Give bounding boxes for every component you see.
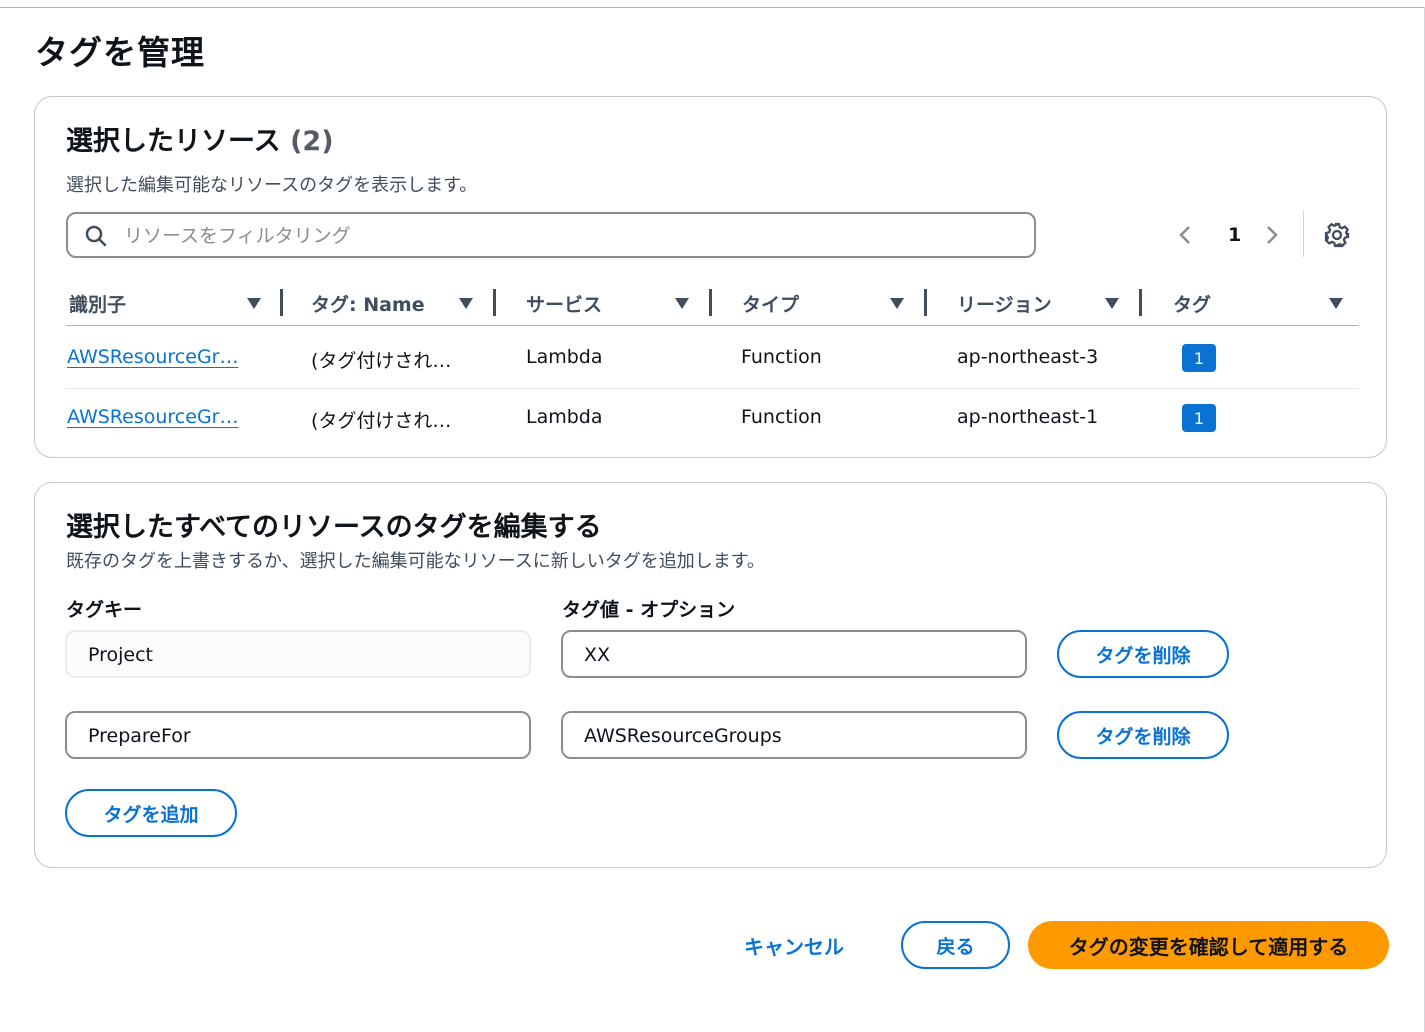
row-divider [66, 388, 1359, 389]
sort-icon[interactable] [247, 298, 261, 309]
tag-value-field[interactable] [561, 630, 1027, 678]
selected-resources-panel: 選択したリソース (2) 選択した編集可能なリソースのタグを表示します。 1 識… [34, 96, 1387, 458]
search-input[interactable] [122, 220, 1016, 252]
tag-value-input[interactable] [582, 722, 1002, 750]
column-label: タイプ [742, 293, 800, 316]
sort-icon[interactable] [675, 298, 689, 309]
column-label: タグ [1173, 293, 1212, 316]
gear-icon [1324, 222, 1350, 248]
tag-key-field[interactable] [65, 711, 531, 759]
column-tags[interactable]: タグ [1173, 281, 1343, 325]
prev-page-button[interactable] [1178, 215, 1192, 255]
column-resizer[interactable] [924, 289, 927, 316]
column-resizer[interactable] [709, 289, 712, 316]
name-tag-cell: (タグ付けされ… [311, 410, 452, 432]
remove-tag-button[interactable]: タグを削除 [1057, 630, 1229, 678]
edit-heading: 選択したすべてのリソースのタグを編集する [66, 512, 602, 543]
column-resizer[interactable] [280, 289, 283, 316]
column-label: リージョン [957, 293, 1052, 316]
type-cell: Function [741, 406, 822, 428]
sort-icon[interactable] [890, 298, 904, 309]
column-resizer[interactable] [1139, 289, 1142, 316]
page-number[interactable]: 1 [1228, 215, 1241, 255]
chevron-right-icon [1267, 226, 1278, 244]
column-type[interactable]: タイプ [742, 281, 927, 325]
chevron-left-icon [1179, 226, 1190, 244]
resources-heading: 選択したリソース (2) [66, 119, 334, 158]
region-cell: ap-northeast-1 [957, 406, 1099, 428]
tag-key-label: タグキー [66, 599, 143, 621]
resources-heading-text: 選択したリソース [66, 126, 281, 157]
pager-divider [1303, 211, 1304, 257]
type-cell: Function [741, 346, 822, 368]
resources-count: (2) [290, 126, 334, 157]
apply-tag-changes-button[interactable]: タグの変更を確認して適用する [1028, 921, 1389, 969]
resource-filter[interactable] [66, 212, 1036, 258]
tag-key-input[interactable] [86, 641, 506, 669]
tag-key-field[interactable] [65, 630, 531, 678]
remove-tag-button[interactable]: タグを削除 [1057, 711, 1229, 759]
back-button[interactable]: 戻る [901, 921, 1010, 969]
region-cell: ap-northeast-3 [957, 346, 1099, 368]
column-name-tag[interactable]: タグ: Name [311, 281, 496, 325]
tag-value-field[interactable] [561, 711, 1027, 759]
sort-icon[interactable] [459, 298, 473, 309]
add-tag-button[interactable]: タグを追加 [65, 789, 237, 837]
tag-key-input[interactable] [86, 722, 506, 750]
column-label: 識別子 [69, 293, 127, 316]
sort-icon[interactable] [1329, 298, 1343, 309]
edit-description: 既存のタグを上書きするか、選択した編集可能なリソースに新しいタグを追加します。 [66, 551, 765, 572]
column-label: サービス [526, 293, 603, 316]
table-header: 識別子 タグ: Name サービス タイプ リージョン タグ [66, 281, 1359, 325]
column-service[interactable]: サービス [526, 281, 712, 325]
column-region[interactable]: リージョン [957, 281, 1142, 325]
header-divider [66, 325, 1359, 326]
next-page-button[interactable] [1265, 215, 1279, 255]
column-resizer[interactable] [493, 289, 496, 316]
page-title: タグを管理 [35, 33, 205, 72]
cancel-button[interactable]: キャンセル [744, 931, 844, 960]
top-divider [0, 7, 1425, 8]
name-tag-cell: (タグ付けされ… [311, 350, 452, 372]
column-identifier[interactable]: 識別子 [69, 281, 283, 325]
settings-button[interactable] [1324, 222, 1350, 252]
sort-icon[interactable] [1105, 298, 1119, 309]
resource-identifier-link[interactable]: AWSResourceGr… [67, 406, 238, 428]
edit-tags-panel: 選択したすべてのリソースのタグを編集する 既存のタグを上書きするか、選択した編集… [34, 482, 1387, 868]
tag-value-label: タグ値 - オプション [562, 599, 736, 621]
resource-identifier-link[interactable]: AWSResourceGr… [67, 346, 238, 368]
search-icon [85, 225, 107, 247]
service-cell: Lambda [526, 406, 603, 428]
tag-value-input[interactable] [582, 641, 1002, 669]
tag-count-badge[interactable]: 1 [1182, 344, 1216, 372]
tag-count-badge[interactable]: 1 [1182, 404, 1216, 432]
column-label: タグ: Name [311, 293, 425, 316]
service-cell: Lambda [526, 346, 603, 368]
resources-description: 選択した編集可能なリソースのタグを表示します。 [66, 175, 478, 196]
